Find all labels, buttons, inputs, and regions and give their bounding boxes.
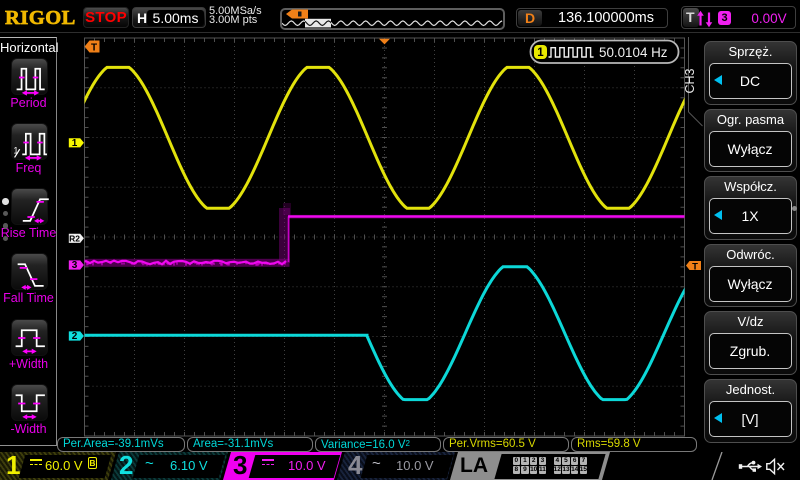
svg-text:1: 1	[537, 47, 544, 59]
svg-text:2: 2	[72, 331, 78, 342]
svg-text:1: 1	[72, 138, 78, 149]
svg-text:R2: R2	[69, 234, 80, 244]
svg-text:50.0104 Hz: 50.0104 Hz	[599, 45, 668, 60]
svg-text:T: T	[692, 261, 698, 272]
svg-text:CH3: CH3	[683, 68, 697, 93]
svg-text:T: T	[91, 43, 97, 54]
svg-text:3: 3	[72, 260, 78, 271]
